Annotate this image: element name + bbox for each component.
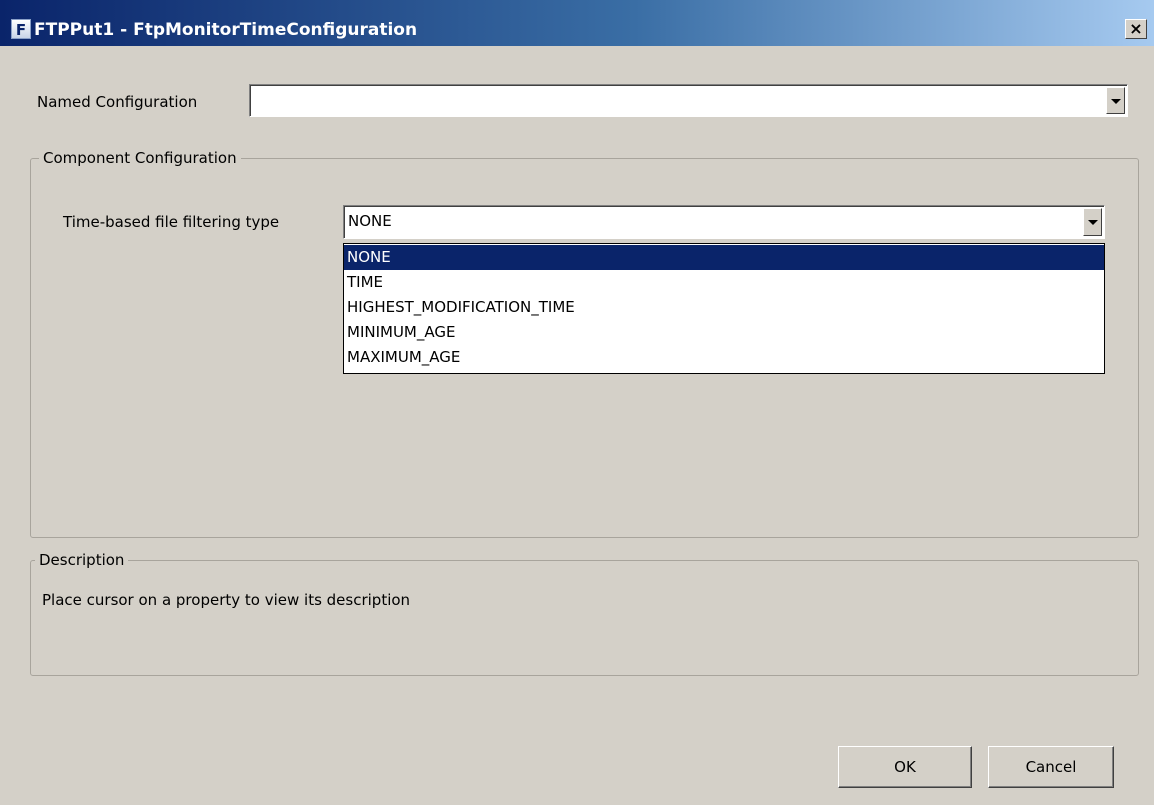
dropdown-option-none[interactable]: NONE	[344, 245, 1104, 270]
dropdown-option-time[interactable]: TIME	[344, 270, 1104, 295]
filter-type-combo[interactable]: NONE	[343, 205, 1105, 239]
cancel-button[interactable]: Cancel	[988, 746, 1114, 788]
app-icon: F	[11, 19, 31, 39]
filter-type-value: NONE	[348, 212, 392, 230]
description-group	[30, 560, 1139, 676]
title-bar: F FTPPut1 - FtpMonitorTimeConfiguration …	[0, 0, 1154, 46]
named-configuration-dropdown-icon[interactable]	[1106, 87, 1125, 114]
filter-type-label: Time-based file filtering type	[63, 213, 280, 231]
dropdown-option-highest-modification-time[interactable]: HIGHEST_MODIFICATION_TIME	[344, 295, 1104, 320]
description-legend: Description	[35, 551, 129, 569]
filter-type-dropdown-list: NONE TIME HIGHEST_MODIFICATION_TIME MINI…	[343, 243, 1105, 374]
window-title: FTPPut1 - FtpMonitorTimeConfiguration	[34, 20, 418, 40]
named-configuration-label: Named Configuration	[37, 93, 198, 111]
component-configuration-legend: Component Configuration	[39, 149, 241, 167]
description-text: Place cursor on a property to view its d…	[42, 591, 411, 609]
filter-type-dropdown-icon[interactable]	[1083, 208, 1102, 236]
close-button[interactable]: ×	[1125, 19, 1147, 39]
dropdown-option-maximum-age[interactable]: MAXIMUM_AGE	[344, 345, 1104, 370]
dropdown-option-minimum-age[interactable]: MINIMUM_AGE	[344, 320, 1104, 345]
named-configuration-combo[interactable]	[249, 84, 1128, 117]
ok-button[interactable]: OK	[838, 746, 972, 788]
